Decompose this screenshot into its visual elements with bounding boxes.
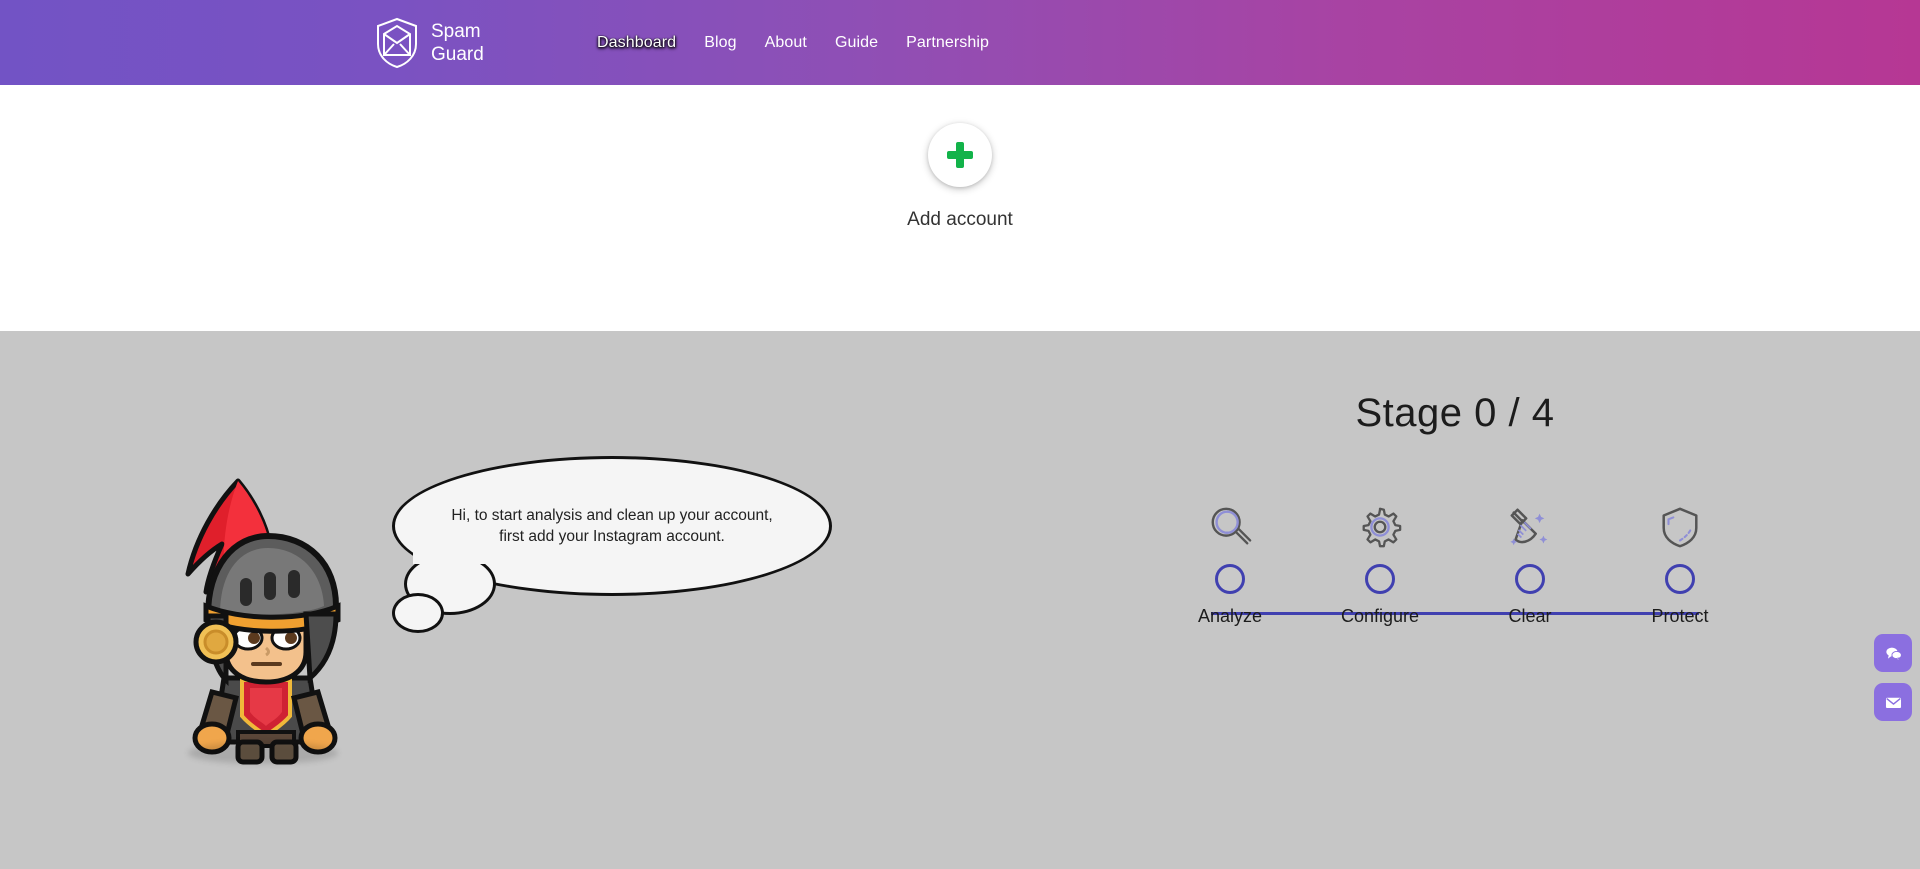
main-navigation: Dashboard Blog About Guide Partnership	[583, 29, 1003, 57]
shield-envelope-icon	[375, 17, 419, 69]
add-account-button[interactable]: Add account	[907, 123, 1013, 231]
knight-mascot-illustration	[185, 478, 341, 765]
site-header: Spam Guard Dashboard Blog About Guide Pa…	[0, 0, 1920, 85]
stage-steps: Analyze Configure Clear Protect	[1155, 501, 1755, 627]
knight-mascot	[150, 466, 380, 766]
shield-icon	[1657, 501, 1703, 553]
broom-icon	[1507, 501, 1553, 553]
stage-label-analyze: Analyze	[1197, 606, 1263, 626]
nav-item-partnership[interactable]: Partnership	[892, 29, 1003, 57]
stage-label-clear: Clear	[1508, 606, 1552, 626]
floating-action-buttons	[1874, 634, 1912, 721]
email-button[interactable]	[1874, 683, 1912, 721]
stage-title: Stage 0 / 4	[1355, 391, 1555, 435]
accounts-section: Add account	[0, 85, 1920, 331]
nav-item-guide[interactable]: Guide	[821, 29, 892, 57]
stage-step-analyze[interactable]: Analyze	[1170, 501, 1290, 627]
stage-dot-clear[interactable]	[1515, 564, 1545, 594]
chat-button[interactable]	[1874, 634, 1912, 672]
add-account-label: Add account	[907, 209, 1013, 230]
brand-name-line2: Guard	[431, 43, 484, 65]
assistant-speech-bubble: Hi, to start analysis and clean up your …	[392, 456, 832, 633]
bubble-tail-small	[392, 593, 444, 633]
stage-progress: Stage 0 / 4 Analyze Configure Clear Prot…	[1155, 391, 1755, 627]
stage-step-clear[interactable]: Clear	[1470, 501, 1590, 627]
nav-item-dashboard[interactable]: Dashboard	[583, 29, 690, 57]
plus-icon	[946, 142, 973, 168]
mascot-shadow	[188, 742, 338, 764]
stage-dot-configure[interactable]	[1365, 564, 1395, 594]
magnifier-icon	[1207, 501, 1253, 553]
brand-logo-link[interactable]: Spam Guard	[375, 17, 501, 69]
onboarding-panel: Hi, to start analysis and clean up your …	[0, 331, 1920, 869]
stage-dot-analyze[interactable]	[1215, 564, 1245, 594]
assistant-message: Hi, to start analysis and clean up your …	[451, 507, 773, 545]
gear-icon	[1357, 501, 1403, 553]
stage-dot-protect[interactable]	[1665, 564, 1695, 594]
chat-icon	[1885, 647, 1902, 662]
brand-name-line1: Spam	[431, 20, 481, 42]
stage-label-configure: Configure	[1340, 606, 1420, 626]
stage-step-protect[interactable]: Protect	[1620, 501, 1740, 627]
add-account-circle[interactable]	[927, 123, 992, 187]
brand-name: Spam Guard	[431, 20, 501, 66]
stage-label-protect: Protect	[1651, 606, 1709, 626]
nav-item-blog[interactable]: Blog	[690, 29, 750, 57]
stage-step-configure[interactable]: Configure	[1320, 501, 1440, 627]
envelope-icon	[1885, 697, 1901, 708]
nav-item-about[interactable]: About	[751, 29, 821, 57]
